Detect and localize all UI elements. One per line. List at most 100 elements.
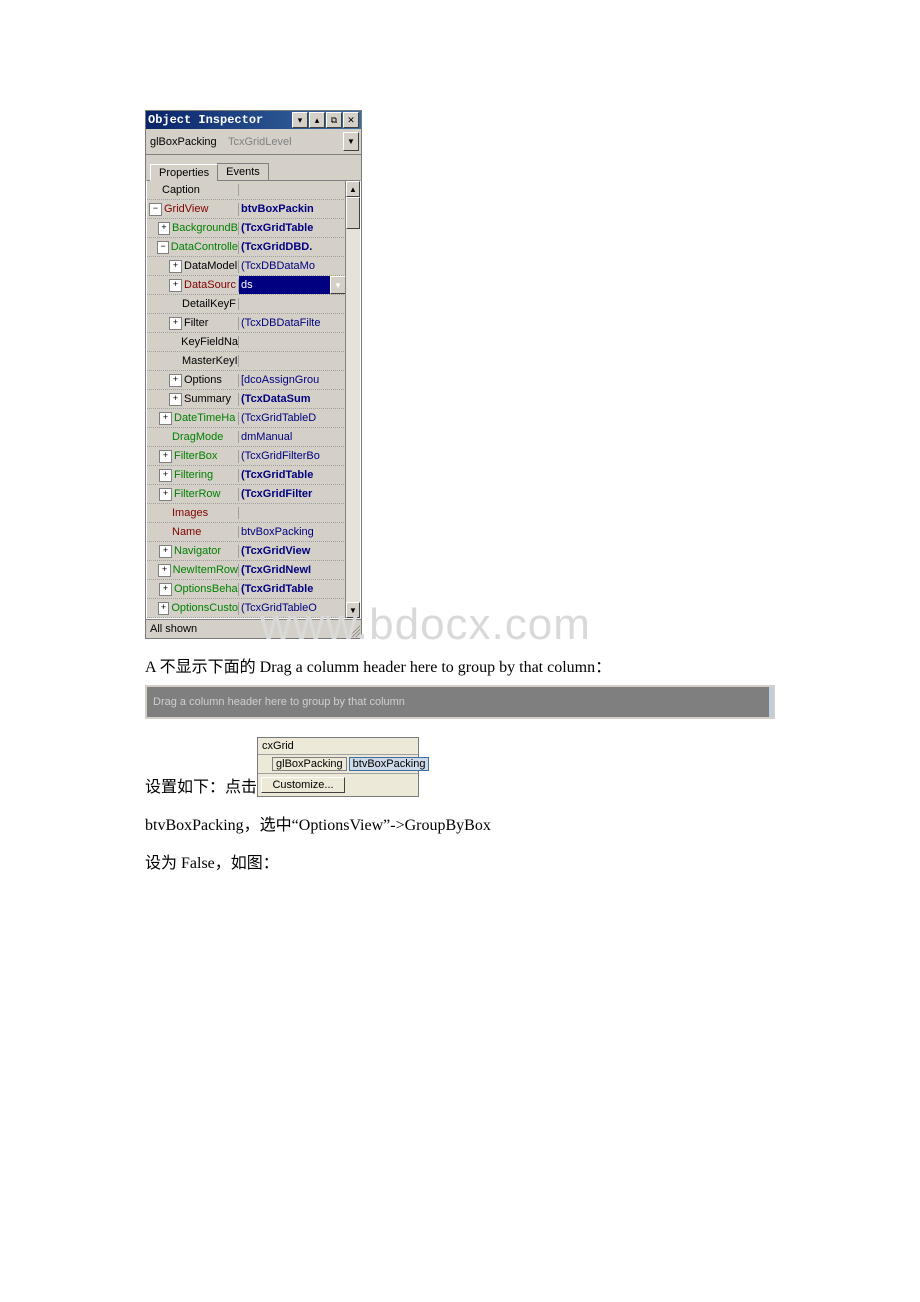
expand-icon[interactable]: + xyxy=(169,317,182,330)
property-row[interactable]: +Filter(TcxDBDataFilte xyxy=(147,314,346,333)
expand-icon[interactable]: + xyxy=(159,488,172,501)
property-value-cell[interactable]: (TcxDataSum xyxy=(239,393,346,405)
property-row[interactable]: DetailKeyF xyxy=(147,295,346,314)
property-name-cell[interactable]: −DataControlle xyxy=(147,241,239,254)
property-name-cell[interactable]: KeyFieldNa xyxy=(147,336,239,348)
property-value-cell[interactable]: (TcxGridNewI xyxy=(239,564,346,576)
property-row[interactable]: +DataModel(TcxDBDataMo xyxy=(147,257,346,276)
scroll-thumb[interactable] xyxy=(346,197,360,229)
property-value-cell[interactable]: (TcxGridTableD xyxy=(239,412,346,424)
property-name-cell[interactable]: MasterKeyI xyxy=(147,355,239,367)
property-value-cell[interactable]: (TcxGridFilterBo xyxy=(239,450,346,462)
property-name-cell[interactable]: +FilterBox xyxy=(147,450,239,463)
property-value-cell[interactable]: (TcxGridView xyxy=(239,545,346,557)
property-name-cell[interactable]: +BackgroundB xyxy=(147,222,239,235)
property-row[interactable]: +Filtering(TcxGridTable xyxy=(147,466,346,485)
property-row[interactable]: NamebtvBoxPacking xyxy=(147,523,346,542)
collapse-icon[interactable]: − xyxy=(157,241,168,254)
property-value-cell[interactable]: (TcxGridTable xyxy=(239,222,346,234)
property-name-cell[interactable]: +Filter xyxy=(147,317,239,330)
property-name-cell[interactable]: +Navigator xyxy=(147,545,239,558)
property-name-cell[interactable]: +NewItemRow xyxy=(147,564,239,577)
object-inspector-titlebar[interactable]: Object Inspector ▾ ▴ ⧉ ✕ xyxy=(146,111,361,129)
property-row[interactable]: −DataControlle(TcxGridDBD. xyxy=(147,238,346,257)
expand-icon[interactable]: + xyxy=(159,469,172,482)
property-row[interactable]: +Options[dcoAssignGrou xyxy=(147,371,346,390)
properties-grid[interactable]: Caption−GridViewbtvBoxPackin+BackgroundB… xyxy=(147,181,360,618)
property-row[interactable]: DragModedmManual xyxy=(147,428,346,447)
property-name-cell[interactable]: +DateTimeHa xyxy=(147,412,239,425)
property-name-cell[interactable]: −GridView xyxy=(147,203,239,216)
expand-icon[interactable]: + xyxy=(158,602,170,615)
component-selector[interactable]: glBoxPacking TcxGridLevel ▼ xyxy=(146,129,361,155)
property-value-cell[interactable]: [dcoAssignGrou xyxy=(239,374,346,386)
property-row[interactable]: +FilterBox(TcxGridFilterBo xyxy=(147,447,346,466)
property-name-cell[interactable]: DragMode xyxy=(147,431,239,443)
property-name-cell[interactable]: +Summary xyxy=(147,393,239,406)
dock-icon[interactable]: ⧉ xyxy=(326,112,342,128)
property-value-cell[interactable]: (TcxDBDataFilte xyxy=(239,317,346,329)
property-row[interactable]: Caption xyxy=(147,181,346,200)
level-glboxpacking[interactable]: glBoxPacking xyxy=(272,757,347,771)
collapse-icon[interactable]: − xyxy=(149,203,162,216)
property-name-cell[interactable]: Images xyxy=(147,507,239,519)
expand-icon[interactable]: + xyxy=(158,222,170,235)
property-row[interactable]: +FilterRow(TcxGridFilter xyxy=(147,485,346,504)
customize-button[interactable]: Customize... xyxy=(261,777,345,793)
property-name-cell[interactable]: +Options xyxy=(147,374,239,387)
vertical-scrollbar[interactable]: ▲ ▼ xyxy=(345,181,360,618)
property-row[interactable]: KeyFieldNa xyxy=(147,333,346,352)
property-value: (TcxGridFilter xyxy=(241,488,312,500)
property-value-cell[interactable]: btvBoxPackin xyxy=(239,203,346,215)
chevron-down-icon[interactable]: ▼ xyxy=(343,132,359,151)
property-row[interactable]: MasterKeyI xyxy=(147,352,346,371)
property-value-cell[interactable]: ds▼ xyxy=(239,276,346,294)
property-row[interactable]: +DateTimeHa(TcxGridTableD xyxy=(147,409,346,428)
property-name-cell[interactable]: +Filtering xyxy=(147,469,239,482)
chevron-down-icon[interactable]: ▼ xyxy=(330,276,346,294)
property-value-cell[interactable]: (TcxGridTable xyxy=(239,469,346,481)
property-value-cell[interactable]: dmManual xyxy=(239,431,346,443)
expand-icon[interactable]: + xyxy=(159,583,172,596)
expand-icon[interactable]: + xyxy=(169,374,182,387)
property-name: NewItemRow xyxy=(173,564,238,576)
expand-icon[interactable]: + xyxy=(158,564,170,577)
expand-icon[interactable]: + xyxy=(159,412,172,425)
property-name-cell[interactable]: +DataSourc xyxy=(147,279,239,292)
expand-icon[interactable]: + xyxy=(159,545,172,558)
property-value-cell[interactable]: btvBoxPacking xyxy=(239,526,346,538)
property-row[interactable]: +NewItemRow(TcxGridNewI xyxy=(147,561,346,580)
property-name-cell[interactable]: +FilterRow xyxy=(147,488,239,501)
tab-properties[interactable]: Properties xyxy=(150,164,218,181)
property-row[interactable]: −GridViewbtvBoxPackin xyxy=(147,200,346,219)
property-value-cell[interactable]: (TcxGridFilter xyxy=(239,488,346,500)
tab-events[interactable]: Events xyxy=(217,163,269,180)
expand-icon[interactable]: + xyxy=(169,260,182,273)
property-name-cell[interactable]: Name xyxy=(147,526,239,538)
dropdown-icon[interactable]: ▾ xyxy=(292,112,308,128)
property-row[interactable]: +OptionsBeha(TcxGridTable xyxy=(147,580,346,599)
close-icon[interactable]: ✕ xyxy=(343,112,359,128)
scroll-track[interactable] xyxy=(346,229,360,602)
cxgrid-title[interactable]: cxGrid xyxy=(258,738,418,755)
property-row[interactable]: +DataSourcds▼ xyxy=(147,276,346,295)
expand-icon[interactable]: + xyxy=(169,279,182,292)
property-row[interactable]: Images xyxy=(147,504,346,523)
property-name-cell[interactable]: Caption xyxy=(147,184,239,196)
property-name-cell[interactable]: DetailKeyF xyxy=(147,298,239,310)
property-value-cell[interactable]: (TcxGridDBD. xyxy=(239,241,346,253)
property-name-cell[interactable]: +OptionsCusto xyxy=(147,602,239,615)
property-name-cell[interactable]: +DataModel xyxy=(147,260,239,273)
property-row[interactable]: +BackgroundB(TcxGridTable xyxy=(147,219,346,238)
expand-icon[interactable]: + xyxy=(169,393,182,406)
property-value-cell[interactable]: (TcxGridTable xyxy=(239,583,346,595)
property-row[interactable]: +Navigator(TcxGridView xyxy=(147,542,346,561)
property-name-cell[interactable]: +OptionsBeha xyxy=(147,583,239,596)
property-value-cell[interactable]: (TcxDBDataMo xyxy=(239,260,346,272)
scroll-up-arrow-icon[interactable]: ▲ xyxy=(346,181,360,197)
group-by-bar[interactable]: Drag a column header here to group by th… xyxy=(145,685,775,719)
expand-icon[interactable]: + xyxy=(159,450,172,463)
stay-on-top-icon[interactable]: ▴ xyxy=(309,112,325,128)
property-row[interactable]: +Summary(TcxDataSum xyxy=(147,390,346,409)
view-btvboxpacking[interactable]: btvBoxPacking xyxy=(349,757,430,771)
